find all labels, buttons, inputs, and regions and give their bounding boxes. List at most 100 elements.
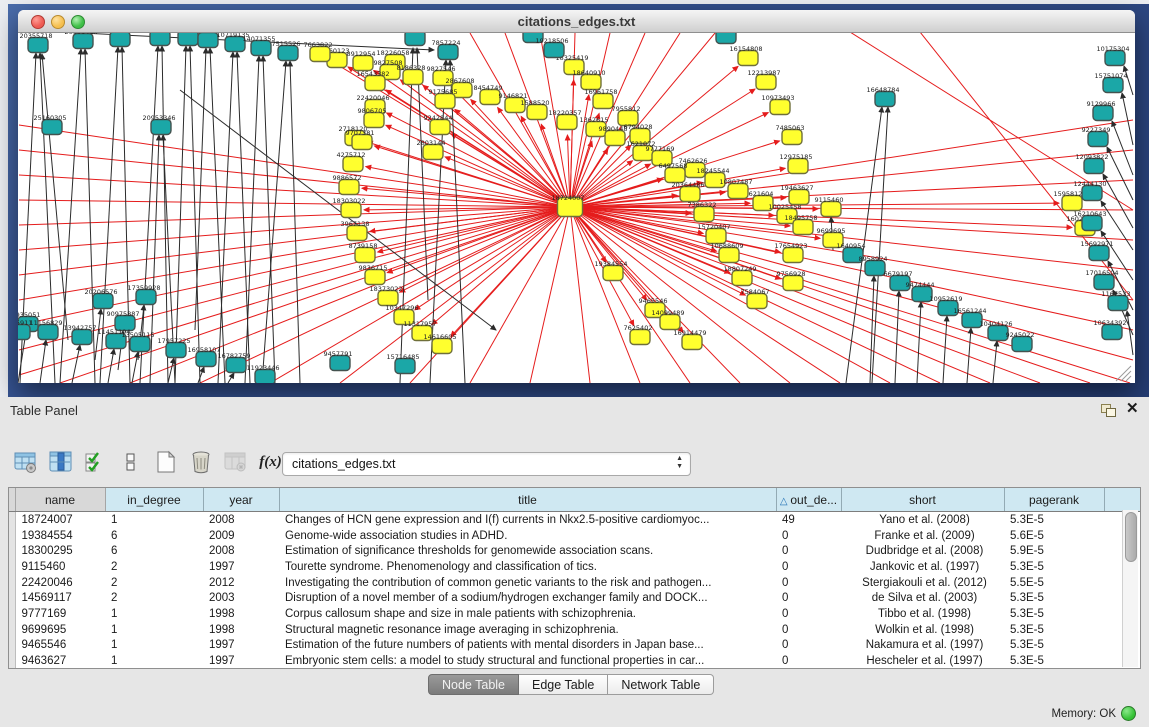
graph-node[interactable]: 20206576 bbox=[84, 288, 117, 309]
graph-node[interactable]: 16914479 bbox=[673, 329, 706, 350]
graph-node[interactable]: 14616605 bbox=[423, 333, 456, 354]
graph-node[interactable]: 2803144 bbox=[417, 139, 446, 160]
table-header-row[interactable]: namein_degreeyeartitle△ out_de...shortpa… bbox=[9, 488, 1140, 512]
graph-node[interactable]: 7515526 bbox=[272, 40, 301, 61]
table-row[interactable]: 1872400712008Changes of HCN gene express… bbox=[9, 512, 1140, 528]
graph-node[interactable]: 7857224 bbox=[432, 39, 461, 60]
network-canvas[interactable]: 1832541918640910169617587955812136261518… bbox=[18, 33, 1135, 383]
graph-node[interactable]: 9245022 bbox=[1006, 331, 1035, 352]
table-row[interactable]: 911546021997Tourette syndrome. Phenomeno… bbox=[9, 559, 1140, 575]
graph-node[interactable]: 20355718 bbox=[19, 33, 52, 53]
graph-node[interactable]: 12975185 bbox=[779, 153, 812, 174]
graph-node[interactable]: 7625402 bbox=[624, 324, 653, 345]
graph-node[interactable]: 12213987 bbox=[747, 69, 780, 90]
graph-node[interactable]: 1167533 bbox=[1102, 290, 1131, 311]
table-row[interactable]: 969969511998Structural magnetic resonanc… bbox=[9, 622, 1140, 638]
graph-node[interactable]: 10634392 bbox=[1093, 319, 1126, 340]
float-panel-icon[interactable] bbox=[1101, 404, 1116, 417]
graph-node[interactable]: 9175685 bbox=[429, 88, 458, 109]
graph-node[interactable]: 20364486 bbox=[671, 181, 704, 202]
table-row[interactable]: 977716911998Corpus callosum shape and si… bbox=[9, 606, 1140, 622]
memory-status-icon[interactable] bbox=[1121, 706, 1136, 721]
graph-node[interactable]: 9115460 bbox=[815, 196, 844, 217]
table-row[interactable]: 1830029562008Estimation of significance … bbox=[9, 543, 1140, 559]
graph-node[interactable]: 7584067 bbox=[741, 288, 770, 309]
window-titlebar[interactable]: citations_edges.txt bbox=[18, 10, 1135, 33]
graph-node[interactable]: 9242844 bbox=[424, 114, 453, 135]
table-row[interactable]: 1456911722003Disruption of a novel membe… bbox=[9, 590, 1140, 606]
graph-node[interactable]: 16033809 bbox=[396, 33, 429, 46]
clear-selection-icon[interactable] bbox=[115, 447, 146, 478]
graph-node[interactable]: 19463627 bbox=[780, 184, 813, 205]
graph-node[interactable]: 10175304 bbox=[1096, 45, 1129, 66]
column-header-title[interactable]: title bbox=[279, 488, 776, 512]
table-row[interactable]: 1938455462009Genome-wide association stu… bbox=[9, 528, 1140, 544]
graph-node[interactable]: 17359928 bbox=[127, 284, 160, 305]
graph-node[interactable]: 25160305 bbox=[33, 114, 66, 135]
show-columns-icon[interactable] bbox=[45, 447, 76, 478]
graph-node[interactable]: 29317481 bbox=[101, 33, 134, 47]
table-selector-dropdown[interactable]: citations_edges.txt ▲▼ bbox=[282, 452, 691, 476]
table-row[interactable]: 946362711997Embryonic stem cells: a mode… bbox=[9, 653, 1140, 669]
graph-node[interactable]: 9756928 bbox=[777, 270, 806, 291]
graph-node[interactable]: 9129966 bbox=[1087, 100, 1116, 121]
graph-node[interactable]: 15751074 bbox=[1094, 72, 1127, 93]
table-row[interactable]: 946554611997Estimation of the future num… bbox=[9, 638, 1140, 654]
graph-node[interactable]: 8186328 bbox=[397, 64, 426, 85]
graph-node[interactable]: 13942757 bbox=[63, 324, 96, 345]
graph-node[interactable]: 3967138 bbox=[341, 220, 370, 241]
graph-node[interactable]: 15716485 bbox=[386, 353, 419, 374]
minimize-traffic-light-icon[interactable] bbox=[51, 15, 65, 29]
graph-node[interactable]: 12093822 bbox=[1075, 153, 1108, 174]
column-header-in_degree[interactable]: in_degree bbox=[105, 488, 203, 512]
tab-network-table[interactable]: Network Table bbox=[608, 674, 714, 695]
graph-node[interactable]: 20691406 bbox=[64, 33, 97, 49]
graph-node[interactable]: 9457791 bbox=[324, 350, 353, 371]
close-panel-icon[interactable]: ✕ bbox=[1126, 399, 1139, 417]
graph-node[interactable]: 17016504 bbox=[1085, 269, 1118, 290]
graph-node[interactable]: 9886572 bbox=[333, 174, 362, 195]
graph-node[interactable]: 10973493 bbox=[761, 94, 794, 115]
graph-node[interactable]: 7485063 bbox=[776, 124, 805, 145]
graph-node[interactable]: 16958107 bbox=[187, 346, 220, 367]
graph-node[interactable]: 10807487 bbox=[719, 178, 752, 199]
zoom-traffic-light-icon[interactable] bbox=[71, 15, 85, 29]
tab-edge-table[interactable]: Edge Table bbox=[519, 674, 608, 695]
graph-node[interactable]: 9836715 bbox=[359, 264, 388, 285]
graph-node[interactable]: 10653287 bbox=[141, 33, 174, 46]
close-traffic-light-icon[interactable] bbox=[31, 15, 45, 29]
column-header-short[interactable]: short bbox=[841, 488, 1004, 512]
column-header-out_de[interactable]: △ out_de... bbox=[776, 488, 841, 512]
graph-node[interactable]: 4275712 bbox=[337, 151, 366, 172]
graph-node[interactable]: 8912954 bbox=[347, 50, 376, 71]
select-all-icon[interactable] bbox=[80, 447, 111, 478]
graph-node[interactable]: 19218506 bbox=[535, 37, 568, 58]
graph-node[interactable]: 16648784 bbox=[866, 86, 899, 107]
graph-node[interactable]: 16543382 bbox=[356, 70, 389, 91]
graph-node[interactable]: 18640910 bbox=[572, 69, 605, 90]
table-settings-icon[interactable] bbox=[10, 447, 41, 478]
column-header-name[interactable]: name bbox=[15, 488, 105, 512]
graph-node[interactable]: 15692971 bbox=[1080, 240, 1113, 261]
graph-node[interactable]: 9227349 bbox=[1082, 126, 1111, 147]
graph-node[interactable]: 20953346 bbox=[142, 114, 175, 135]
graph-node[interactable]: 14099489 bbox=[651, 309, 684, 330]
vertical-scrollbar[interactable] bbox=[1122, 510, 1138, 667]
graph-node[interactable]: 16154808 bbox=[729, 45, 762, 66]
resize-grip-icon[interactable] bbox=[1126, 376, 1131, 381]
graph-node[interactable]: 7386322 bbox=[688, 201, 717, 222]
column-header-year[interactable]: year bbox=[203, 488, 279, 512]
graph-node[interactable]: 7663822 bbox=[304, 41, 333, 62]
tab-node-table[interactable]: Node Table bbox=[428, 674, 519, 695]
graph-node[interactable]: 8739158 bbox=[349, 242, 378, 263]
graph-node[interactable]: 11923446 bbox=[246, 364, 279, 383]
delete-icon[interactable] bbox=[185, 447, 216, 478]
graph-node[interactable]: 18373022 bbox=[369, 285, 402, 306]
graph-node[interactable]: 18220357 bbox=[548, 109, 581, 130]
table-row[interactable]: 2242004622012Investigating the contribut… bbox=[9, 575, 1140, 591]
new-file-icon[interactable] bbox=[150, 447, 181, 478]
graph-node[interactable]: 19384554 bbox=[594, 260, 627, 281]
resize-grip-icon[interactable] bbox=[1121, 371, 1131, 381]
scrollbar-thumb[interactable] bbox=[1125, 512, 1137, 562]
column-header-pagerank[interactable]: pagerank bbox=[1004, 488, 1104, 512]
